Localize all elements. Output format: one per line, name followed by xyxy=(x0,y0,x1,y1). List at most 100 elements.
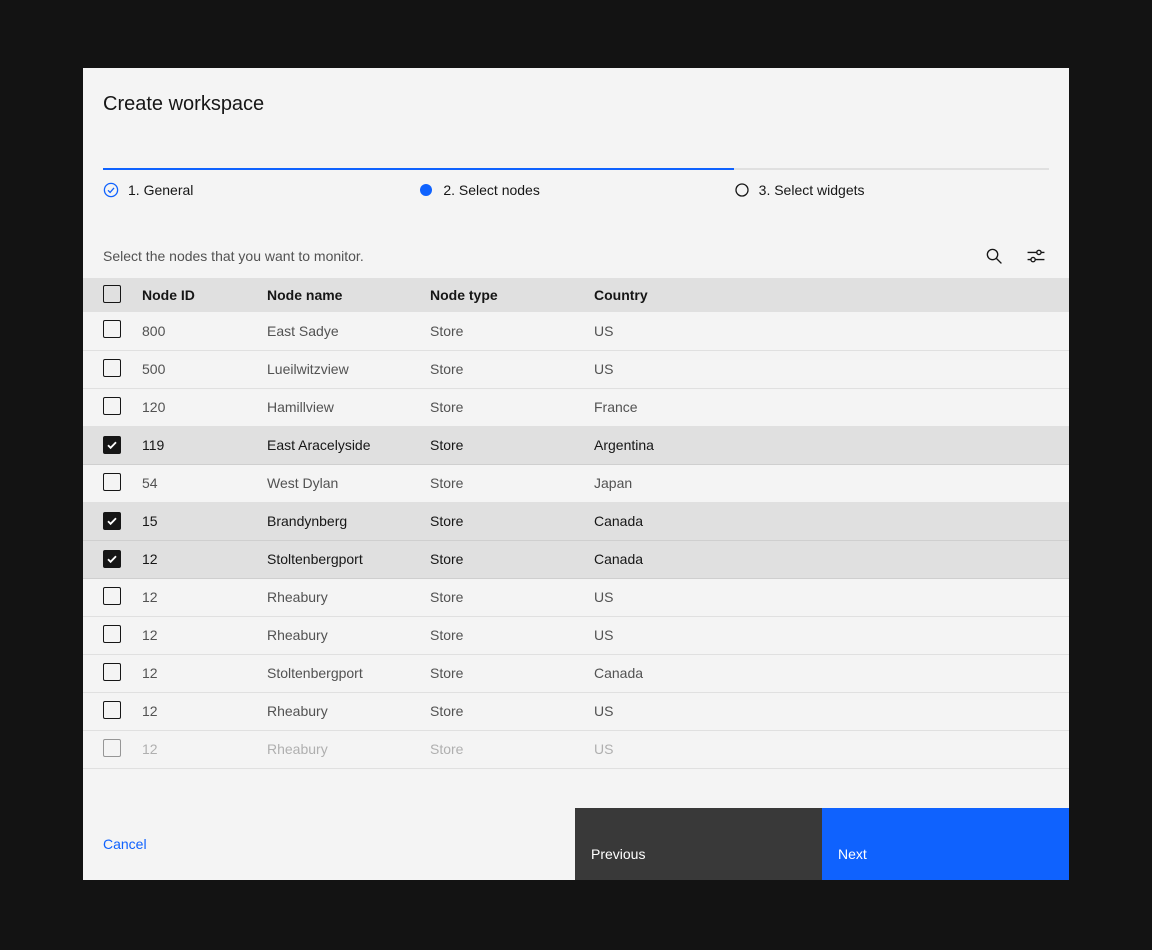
cell-node-name: East Sadye xyxy=(267,312,430,350)
column-header-node-name[interactable]: Node name xyxy=(267,278,430,312)
page-title: Create workspace xyxy=(83,68,1069,117)
cell-node-type: Store xyxy=(430,540,594,578)
table-row[interactable]: 800 East Sadye Store US xyxy=(83,312,1069,350)
cell-node-id: 54 xyxy=(142,464,267,502)
table-row[interactable]: 120 Hamillview Store France xyxy=(83,388,1069,426)
cell-country: US xyxy=(594,730,1069,768)
cell-country: Canada xyxy=(594,540,1069,578)
cell-node-name: Rheabury xyxy=(267,616,430,654)
cell-node-id: 12 xyxy=(142,692,267,730)
cell-node-id: 12 xyxy=(142,540,267,578)
progress-step-select-nodes[interactable]: 2. Select nodes xyxy=(418,168,733,226)
step-incomplete-icon xyxy=(734,182,750,198)
cell-country: US xyxy=(594,350,1069,388)
cell-node-id: 12 xyxy=(142,654,267,692)
row-checkbox[interactable] xyxy=(103,625,121,643)
step-label: 2. Select nodes xyxy=(443,182,540,198)
cell-country: Canada xyxy=(594,502,1069,540)
cell-node-type: Store xyxy=(430,350,594,388)
table-row[interactable]: 54 West Dylan Store Japan xyxy=(83,464,1069,502)
table-body: 800 East Sadye Store US 500 Lueilwitzvie… xyxy=(83,312,1069,768)
progress-indicator: 1. General 2. Select nodes 3. Select wid… xyxy=(103,168,1049,226)
step-complete-icon xyxy=(103,182,119,198)
cell-node-id: 12 xyxy=(142,578,267,616)
row-checkbox[interactable] xyxy=(103,587,121,605)
step-current-icon xyxy=(418,182,434,198)
row-checkbox[interactable] xyxy=(103,701,121,719)
row-checkbox[interactable] xyxy=(103,436,121,454)
row-checkbox[interactable] xyxy=(103,550,121,568)
search-icon[interactable] xyxy=(985,247,1003,265)
table-row[interactable]: 12 Rheabury Store US xyxy=(83,730,1069,768)
cell-node-name: East Aracelyside xyxy=(267,426,430,464)
table-row[interactable]: 12 Rheabury Store US xyxy=(83,578,1069,616)
cell-node-type: Store xyxy=(430,578,594,616)
cell-node-type: Store xyxy=(430,730,594,768)
row-checkbox[interactable] xyxy=(103,397,121,415)
cancel-button[interactable]: Cancel xyxy=(103,836,147,852)
cell-node-id: 12 xyxy=(142,730,267,768)
cell-node-id: 119 xyxy=(142,426,267,464)
table-row[interactable]: 15 Brandynberg Store Canada xyxy=(83,502,1069,540)
cell-node-type: Store xyxy=(430,616,594,654)
column-header-node-type[interactable]: Node type xyxy=(430,278,594,312)
row-checkbox[interactable] xyxy=(103,359,121,377)
progress-step-select-widgets[interactable]: 3. Select widgets xyxy=(734,168,1049,226)
cell-node-id: 15 xyxy=(142,502,267,540)
cell-node-name: Rheabury xyxy=(267,730,430,768)
next-button[interactable]: Next xyxy=(822,808,1069,880)
table-toolbar: Select the nodes that you want to monito… xyxy=(83,226,1069,278)
cell-country: US xyxy=(594,692,1069,730)
table-row[interactable]: 119 East Aracelyside Store Argentina xyxy=(83,426,1069,464)
cell-node-type: Store xyxy=(430,654,594,692)
cell-node-id: 12 xyxy=(142,616,267,654)
cell-node-type: Store xyxy=(430,502,594,540)
modal-footer: Cancel Previous Next xyxy=(83,808,1069,880)
cell-node-type: Store xyxy=(430,464,594,502)
table-row[interactable]: 12 Stoltenbergport Store Canada xyxy=(83,540,1069,578)
step-label: 3. Select widgets xyxy=(759,182,865,198)
cell-node-name: Rheabury xyxy=(267,578,430,616)
cell-node-name: Brandynberg xyxy=(267,502,430,540)
cell-node-name: Lueilwitzview xyxy=(267,350,430,388)
cell-country: US xyxy=(594,616,1069,654)
cell-country: Argentina xyxy=(594,426,1069,464)
table-row[interactable]: 12 Rheabury Store US xyxy=(83,692,1069,730)
settings-adjust-icon[interactable] xyxy=(1027,247,1045,265)
cell-node-name: West Dylan xyxy=(267,464,430,502)
cell-node-type: Store xyxy=(430,426,594,464)
cell-node-name: Rheabury xyxy=(267,692,430,730)
step-label: 1. General xyxy=(128,182,193,198)
table-header-row: Node ID Node name Node type Country xyxy=(83,278,1069,312)
cell-node-name: Hamillview xyxy=(267,388,430,426)
cell-country: Canada xyxy=(594,654,1069,692)
table-row[interactable]: 500 Lueilwitzview Store US xyxy=(83,350,1069,388)
cell-node-id: 120 xyxy=(142,388,267,426)
row-checkbox[interactable] xyxy=(103,663,121,681)
table-row[interactable]: 12 Rheabury Store US xyxy=(83,616,1069,654)
row-checkbox[interactable] xyxy=(103,473,121,491)
table-description: Select the nodes that you want to monito… xyxy=(103,246,364,266)
row-checkbox[interactable] xyxy=(103,320,121,338)
select-all-checkbox[interactable] xyxy=(103,285,121,303)
cell-country: France xyxy=(594,388,1069,426)
row-checkbox[interactable] xyxy=(103,739,121,757)
row-checkbox[interactable] xyxy=(103,512,121,530)
previous-button[interactable]: Previous xyxy=(575,808,822,880)
cell-node-name: Stoltenbergport xyxy=(267,654,430,692)
column-header-node-id[interactable]: Node ID xyxy=(142,278,267,312)
cell-node-type: Store xyxy=(430,692,594,730)
progress-step-general[interactable]: 1. General xyxy=(103,168,418,226)
cell-node-type: Store xyxy=(430,388,594,426)
cell-country: US xyxy=(594,312,1069,350)
cell-country: US xyxy=(594,578,1069,616)
cell-node-id: 500 xyxy=(142,350,267,388)
cell-node-type: Store xyxy=(430,312,594,350)
nodes-table: Node ID Node name Node type Country 800 … xyxy=(83,278,1069,769)
create-workspace-modal: Create workspace 1. General 2. Select no… xyxy=(83,68,1069,880)
table-row[interactable]: 12 Stoltenbergport Store Canada xyxy=(83,654,1069,692)
cell-country: Japan xyxy=(594,464,1069,502)
cell-node-id: 800 xyxy=(142,312,267,350)
cell-node-name: Stoltenbergport xyxy=(267,540,430,578)
column-header-country[interactable]: Country xyxy=(594,278,1069,312)
